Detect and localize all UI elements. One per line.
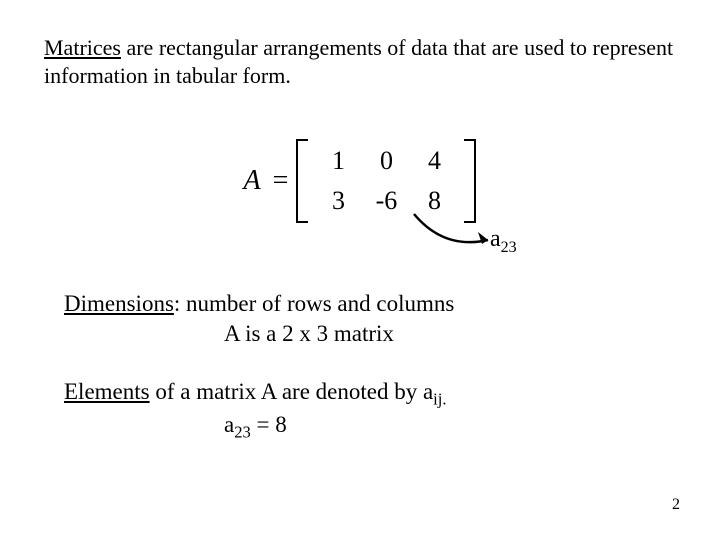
left-bracket-icon bbox=[296, 139, 308, 223]
callout-base: a bbox=[490, 226, 501, 252]
elements-detail-sub: 23 bbox=[234, 423, 251, 442]
callout-arrow-icon bbox=[404, 210, 504, 270]
dimensions-term: Dimensions bbox=[64, 291, 174, 316]
matrix-cell: 1 bbox=[332, 146, 345, 176]
elements-term: Elements bbox=[64, 379, 150, 404]
element-callout: a23 bbox=[490, 226, 517, 257]
matrix-cell: 0 bbox=[380, 146, 393, 176]
matrix-cell: -6 bbox=[376, 186, 398, 216]
elements-detail-rest: = 8 bbox=[251, 412, 287, 437]
slide-page: Matrices are rectangular arrangements of… bbox=[0, 0, 720, 540]
elements-rest-sub: ij. bbox=[433, 389, 446, 408]
page-number: 2 bbox=[672, 496, 680, 514]
matrix-equation: A = 1 0 4 3 -6 8 bbox=[44, 121, 676, 241]
matrix-cell: 4 bbox=[428, 146, 441, 176]
elements-detail: a23 = 8 bbox=[64, 410, 676, 443]
elements-section: Elements of a matrix A are denoted by ai… bbox=[44, 377, 676, 443]
elements-rest-before: of a matrix A are denoted by a bbox=[150, 379, 434, 404]
callout-subscript: 23 bbox=[501, 239, 517, 256]
elements-detail-base: a bbox=[224, 412, 234, 437]
dimensions-rest: : number of rows and columns bbox=[174, 291, 454, 316]
dimensions-section: Dimensions: number of rows and columns A… bbox=[44, 289, 676, 349]
intro-paragraph: Matrices are rectangular arrangements of… bbox=[44, 34, 676, 89]
dimensions-detail: A is a 2 x 3 matrix bbox=[64, 319, 676, 349]
intro-rest: are rectangular arrangements of data tha… bbox=[44, 35, 673, 88]
equals-sign: = bbox=[273, 165, 289, 197]
matrix-lhs: A bbox=[244, 165, 261, 197]
intro-term: Matrices bbox=[44, 35, 121, 60]
matrix-cell: 3 bbox=[332, 186, 345, 216]
